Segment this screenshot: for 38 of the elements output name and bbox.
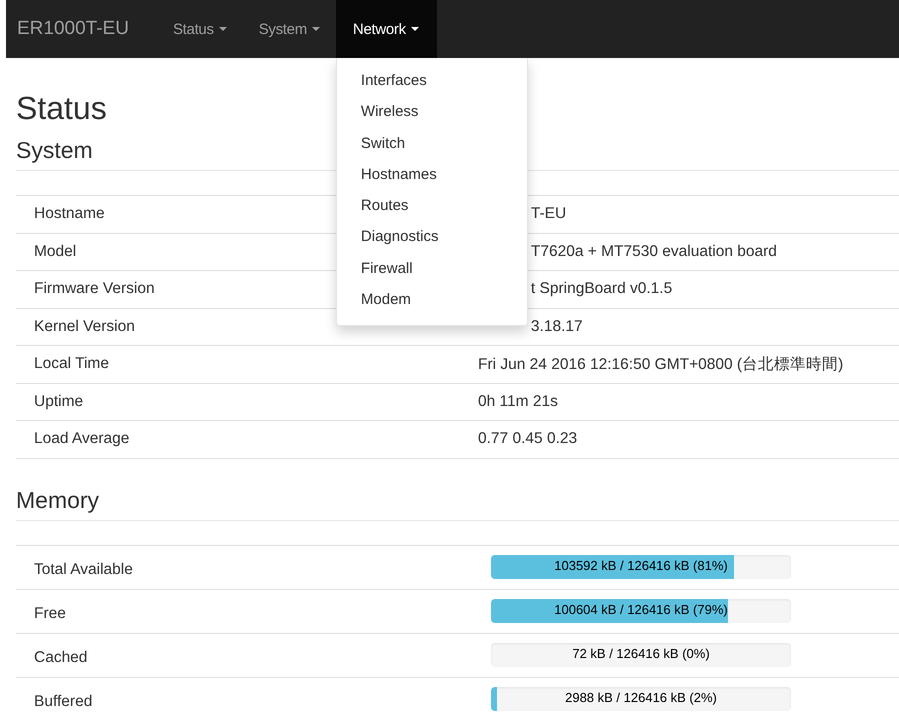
row-label: Cached: [33, 648, 88, 667]
progress-reading: 2988 kB / 126416 kB (2%): [564, 689, 718, 707]
section-title: Memory: [16, 484, 899, 520]
progress-reading: 72 kB / 126416 kB (0%): [571, 645, 711, 663]
row-label: Load Average: [33, 430, 130, 448]
caret-icon: [410, 27, 419, 31]
row-label: Total Available: [33, 560, 134, 579]
nav-menu[interactable]: Network: [336, 0, 437, 58]
progress-reading: 103592 kB / 126416 kB (81%): [553, 557, 729, 575]
menu-item[interactable]: Wireless: [336, 96, 527, 128]
page-title: Status: [16, 89, 107, 128]
row-value: T-EU: [530, 205, 566, 224]
row-label: Model: [33, 242, 78, 261]
row-value: 0.77 0.45 0.23: [478, 430, 578, 448]
menu-item[interactable]: Diagnostics: [336, 221, 527, 253]
menu-item[interactable]: Hostnames: [336, 158, 527, 190]
row-label: Uptime: [33, 392, 84, 411]
row-value: Fri Jun 24 2016 12:16:50 GMT+0800 (台北標準時間): [478, 354, 844, 375]
row-label: Free: [33, 604, 67, 623]
row-value: 3.18.17: [530, 318, 583, 336]
caret-icon: [312, 27, 320, 31]
brand-link[interactable]: ER1000T-EU: [6, 0, 157, 58]
row-label: Buffered: [33, 692, 94, 711]
menu-item[interactable]: Switch: [336, 128, 527, 159]
row-value: t SpringBoard v0.1.5: [530, 280, 672, 298]
menu-item[interactable]: Modem: [336, 284, 527, 316]
progress-reading: 100604 kB / 126416 kB (79%): [553, 601, 729, 619]
row-value: 0h 11m 21s: [478, 392, 558, 411]
row-label: Kernel Version: [33, 318, 136, 336]
row-label: Local Time: [33, 355, 110, 374]
menu-item[interactable]: Routes: [336, 190, 527, 222]
nav-menu[interactable]: System: [242, 0, 336, 58]
nav-menu[interactable]: Status: [156, 0, 243, 58]
row-value: T7620a + MT7530 evaluation board: [530, 242, 777, 261]
row-label: Firmware Version: [33, 280, 156, 298]
caret-icon: [218, 27, 227, 31]
menu-item[interactable]: Interfaces: [336, 65, 527, 96]
menu-item[interactable]: Firewall: [336, 252, 527, 284]
